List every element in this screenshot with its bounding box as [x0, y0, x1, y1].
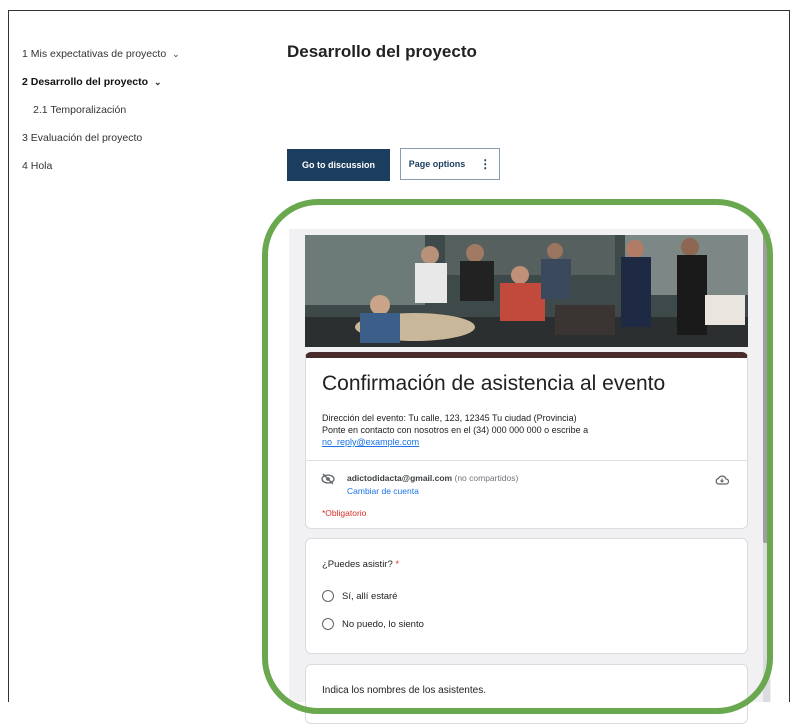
page-title: Desarrollo del proyecto [287, 42, 477, 61]
toc-item-expectativas[interactable]: 1 Mis expectativas de proyecto ⌄ [22, 40, 180, 68]
toc-item-label: 3 Evaluación del proyecto [22, 132, 143, 144]
kebab-menu-icon: ⋮ [479, 157, 492, 171]
toc-item-desarrollo[interactable]: 2 Desarrollo del proyecto ⌄ [22, 68, 180, 96]
table-of-contents: 1 Mis expectativas de proyecto ⌄ 2 Desar… [22, 40, 180, 180]
toc-item-hola[interactable]: 4 Hola [22, 152, 180, 180]
toc-item-label: 4 Hola [22, 160, 53, 172]
toc-item-label: 2.1 Temporalización [33, 104, 127, 116]
page-options-button[interactable]: Page options ⋮ [400, 148, 500, 180]
toc-item-evaluacion[interactable]: 3 Evaluación del proyecto [22, 124, 180, 152]
toc-item-label: 1 Mis expectativas de proyecto [22, 48, 167, 60]
highlight-ring [262, 199, 773, 714]
page-options-label: Page options [408, 159, 466, 169]
go-to-discussion-button[interactable]: Go to discussion [287, 149, 390, 181]
toc-item-label: 2 Desarrollo del proyecto [22, 76, 149, 88]
chevron-down-icon[interactable]: ⌄ [172, 49, 180, 60]
toc-item-temporalizacion[interactable]: 2.1 Temporalización [22, 96, 180, 124]
chevron-down-icon[interactable]: ⌄ [154, 77, 162, 88]
